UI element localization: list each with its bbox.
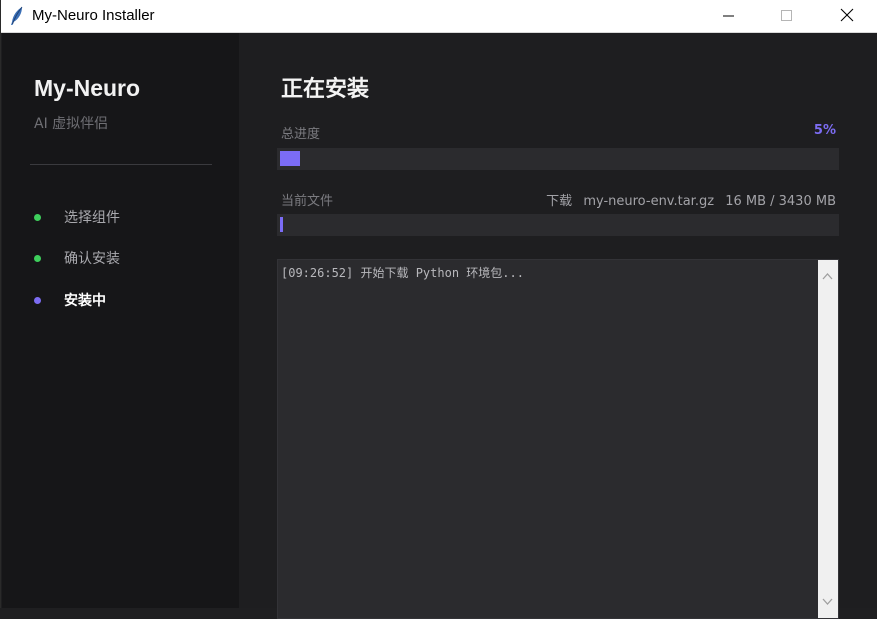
close-icon (840, 7, 854, 26)
file-progress-bar (277, 214, 839, 236)
step-label: 选择组件 (64, 210, 120, 226)
sidebar-divider (30, 164, 212, 165)
main-panel: 正在安装 总进度 5% 当前文件 下载 my-neuro-env.tar.gz … (239, 33, 877, 619)
total-progress-label: 总进度 (281, 127, 321, 142)
step-status-dot (34, 254, 41, 262)
total-progress-fill (280, 151, 300, 166)
minimize-icon (723, 7, 735, 26)
step-installing: 安装中 (34, 289, 106, 311)
minimize-button[interactable] (700, 0, 758, 32)
current-file-size: 16 MB / 3430 MB (725, 194, 836, 209)
maximize-button[interactable] (758, 0, 816, 32)
brand-tagline: AI 虚拟伴侣 (34, 116, 109, 132)
total-progress-bar (277, 148, 839, 170)
scroll-up-icon[interactable] (822, 265, 833, 284)
current-file-info: 下载 my-neuro-env.tar.gz 16 MB / 3430 MB (539, 190, 836, 209)
log-line: [09:26:52] 开始下载 Python 环境包... (281, 266, 524, 280)
step-label: 确认安装 (64, 251, 120, 267)
brand-title: My-Neuro (34, 75, 141, 101)
maximize-icon (781, 7, 793, 26)
step-status-dot (34, 296, 41, 304)
current-filename: my-neuro-env.tar.gz (583, 194, 715, 209)
download-action-label: 下载 (546, 194, 573, 209)
file-progress-fill (280, 217, 283, 232)
total-progress-percent: 5% (813, 123, 836, 138)
scroll-down-icon[interactable] (822, 591, 833, 610)
page-title: 正在安装 (281, 77, 370, 102)
installer-window: My-Neuro Installer My-Neuro AI 虚拟伴侣 选择组件… (0, 0, 877, 619)
install-log[interactable]: [09:26:52] 开始下载 Python 环境包... (277, 259, 839, 619)
title-bar[interactable]: My-Neuro Installer (1, 0, 877, 33)
sidebar: My-Neuro AI 虚拟伴侣 选择组件 确认安装 安装中 (2, 33, 239, 608)
current-file-label: 当前文件 (281, 194, 334, 209)
step-confirm-install: 确认安装 (34, 247, 120, 269)
feather-icon (7, 6, 27, 26)
step-select-components: 选择组件 (34, 206, 120, 228)
close-button[interactable] (818, 0, 876, 32)
log-scrollbar[interactable] (818, 260, 838, 618)
step-status-dot (34, 213, 41, 221)
step-label: 安装中 (64, 293, 106, 309)
window-title: My-Neuro Installer (32, 7, 155, 24)
